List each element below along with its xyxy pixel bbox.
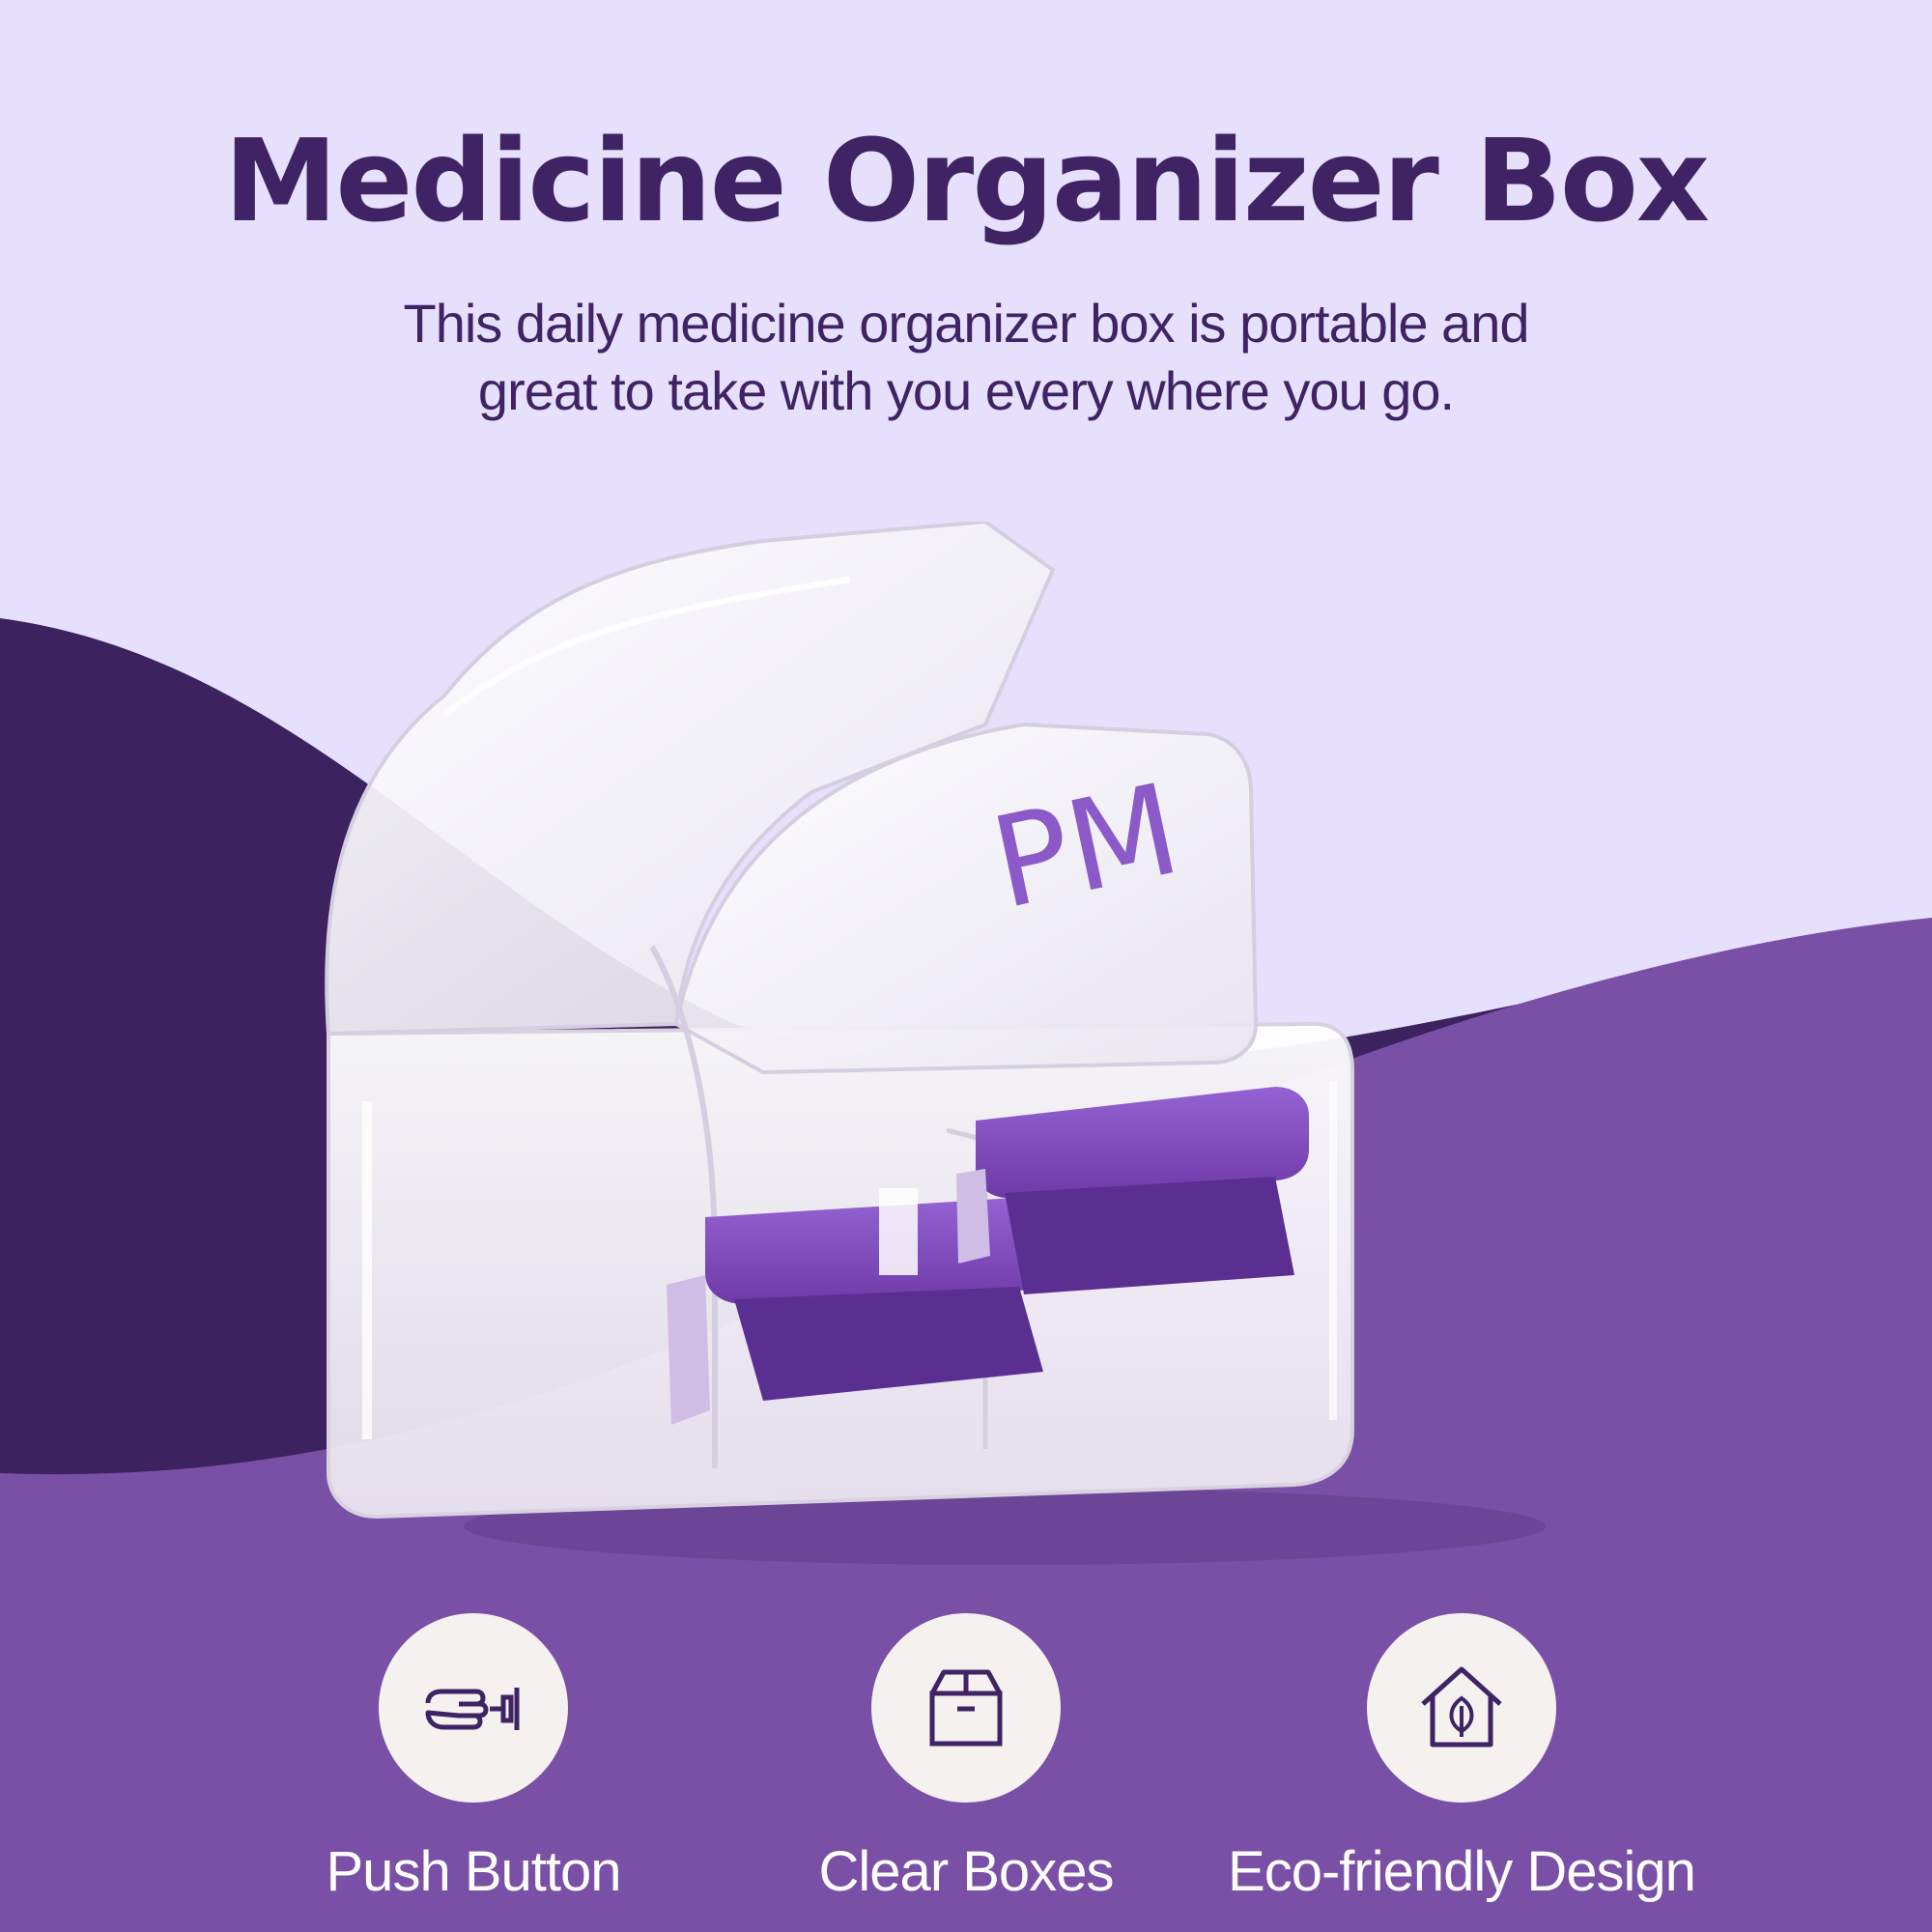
feature-label: Eco-friendly Design (1228, 1840, 1696, 1903)
feature-clear-boxes: Clear Boxes (715, 1613, 1217, 1904)
pointing-hand-button-icon (425, 1688, 520, 1730)
box-icon (929, 1669, 1003, 1747)
features-row: Push Button Clear Boxes Eco-friendly Des… (0, 1613, 1932, 1903)
feature-label: Push Button (326, 1840, 622, 1903)
feature-icon-circle (871, 1613, 1061, 1803)
eco-house-leaf-icon (1421, 1666, 1502, 1747)
page-title: Medicine Organizer Box (223, 114, 1710, 247)
product-image: PM (325, 522, 1546, 1565)
page: Medicine Organizer Box This daily medici… (0, 0, 1932, 1932)
feature-push-button: Push Button (222, 1613, 724, 1904)
page-subtitle: This daily medicine organizer box is por… (403, 293, 1530, 421)
feature-label: Clear Boxes (818, 1840, 1115, 1903)
feature-icon-circle (1367, 1613, 1556, 1803)
feature-eco-friendly: Eco-friendly Design (1210, 1613, 1713, 1904)
feature-icon-circle (379, 1613, 568, 1803)
